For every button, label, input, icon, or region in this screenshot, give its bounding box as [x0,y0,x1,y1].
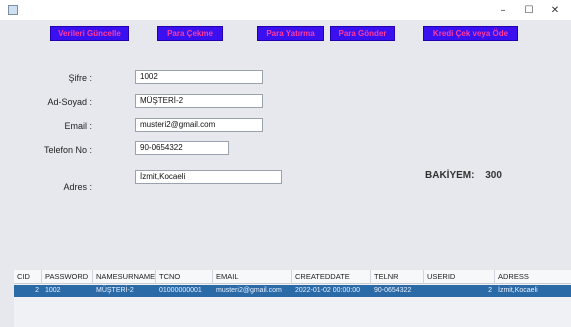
address-field[interactable]: İzmit,Kocaeli [135,170,282,184]
password-label: Şifre : [68,73,92,83]
table-cell: 01000000001 [159,287,202,294]
table-cell: 2 [35,287,39,294]
table-cell: 2 [488,287,492,294]
balance-value: 300 [485,170,502,181]
java-app-icon [8,5,18,15]
close-button[interactable]: ✕ [540,0,570,20]
phone-label: Telefon No : [43,145,92,155]
column-header[interactable]: ADRESS [495,270,571,284]
column-header[interactable]: EMAIL [213,270,292,284]
table-header: CID PASSWORD NAMESURNAME TCNO EMAIL CREA… [14,270,571,284]
table-cell: 90-0654322 [374,287,412,294]
table-row[interactable]: 2 1002 MÜŞTERİ-2 01000000001 musteri2@gm… [14,285,571,297]
table-cell: musteri2@gmail.com [216,287,282,294]
balance-display: BAKİYEM: 300 [425,170,502,181]
update-data-button[interactable]: Verileri Güncelle [50,26,129,41]
phone-field[interactable]: 90-0654322 [135,141,229,155]
email-label: Email : [64,121,92,131]
table-cell: İzmit,Kocaeli [498,287,538,294]
table-cell: 2022-01-02 00:00:00 [295,287,360,294]
column-header[interactable]: PASSWORD [42,270,93,284]
name-field[interactable]: MÜŞTERİ-2 [135,94,263,108]
column-header[interactable]: CID [14,270,42,284]
withdraw-button[interactable]: Para Çekme [157,26,223,41]
column-header[interactable]: TELNR [371,270,424,284]
deposit-button[interactable]: Para Yatırma [257,26,324,41]
column-header[interactable]: TCNO [156,270,213,284]
send-money-button[interactable]: Para Gönder [330,26,395,41]
email-field[interactable]: musteri2@gmail.com [135,118,263,132]
address-label: Adres : [63,182,92,192]
password-field[interactable]: 1002 [135,70,263,84]
column-header[interactable]: CREATEDDATE [292,270,371,284]
main-panel: Verileri Güncelle Para Çekme Para Yatırm… [0,20,571,327]
table-cell: 1002 [45,287,61,294]
column-header[interactable]: USERID [424,270,495,284]
accounts-table[interactable]: CID PASSWORD NAMESURNAME TCNO EMAIL CREA… [14,270,571,327]
balance-label: BAKİYEM: [425,170,475,181]
table-cell: MÜŞTERİ-2 [96,287,134,294]
title-bar: – ☐ ✕ [0,0,571,20]
credit-button[interactable]: Kredi Çek veya Öde [423,26,518,41]
column-header[interactable]: NAMESURNAME [93,270,156,284]
name-label: Ad-Soyad : [47,97,92,107]
